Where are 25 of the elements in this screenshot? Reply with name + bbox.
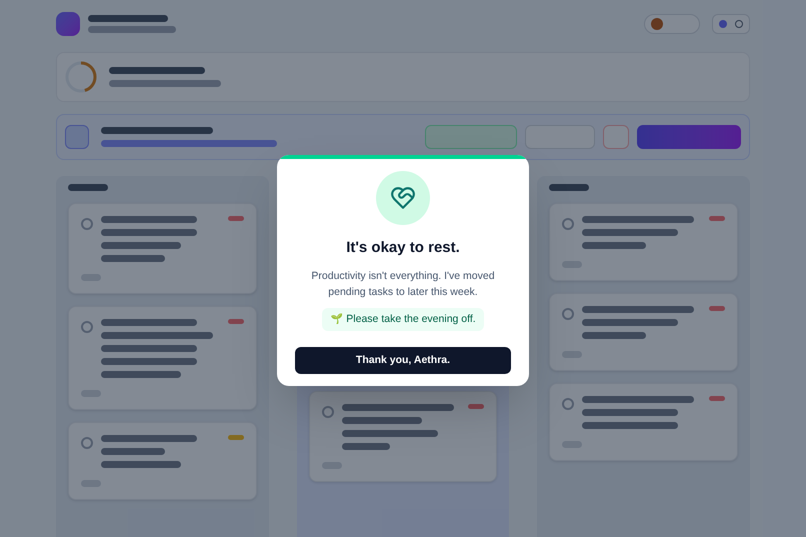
logo-tile — [56, 12, 80, 36]
pill-shape — [603, 125, 629, 149]
dialog-title: It's okay to rest. — [346, 238, 460, 258]
priority-tag-bar — [709, 306, 725, 311]
blurred-text-bar — [549, 184, 590, 191]
note-text: Please take the evening off. — [346, 312, 476, 326]
blurred-text-bar — [101, 255, 165, 262]
blurred-text-bar — [342, 443, 390, 450]
confirm-button[interactable]: Thank you, Aethra. — [295, 347, 511, 374]
blurred-text-bar — [582, 242, 646, 249]
dot-icon — [719, 20, 727, 28]
sprout-icon: 🌱 — [330, 312, 342, 327]
priority-tag-bar — [228, 319, 244, 324]
ring-gauge — [65, 61, 97, 93]
blurred-text-bar — [101, 448, 165, 455]
blurred-text-bar — [68, 184, 108, 191]
priority-tag-bar — [228, 435, 244, 440]
priority-tag-bar — [709, 216, 725, 221]
priority-tag-bar — [228, 216, 244, 221]
priority-tag-bar — [468, 404, 484, 409]
blurred-text-bar — [582, 332, 646, 339]
priority-tag-bar — [709, 396, 725, 401]
dialog-message: Productivity isn't everything. I've moved pending tasks to later this week. — [310, 268, 496, 300]
ring-icon — [735, 20, 743, 28]
square-tile — [65, 125, 89, 149]
